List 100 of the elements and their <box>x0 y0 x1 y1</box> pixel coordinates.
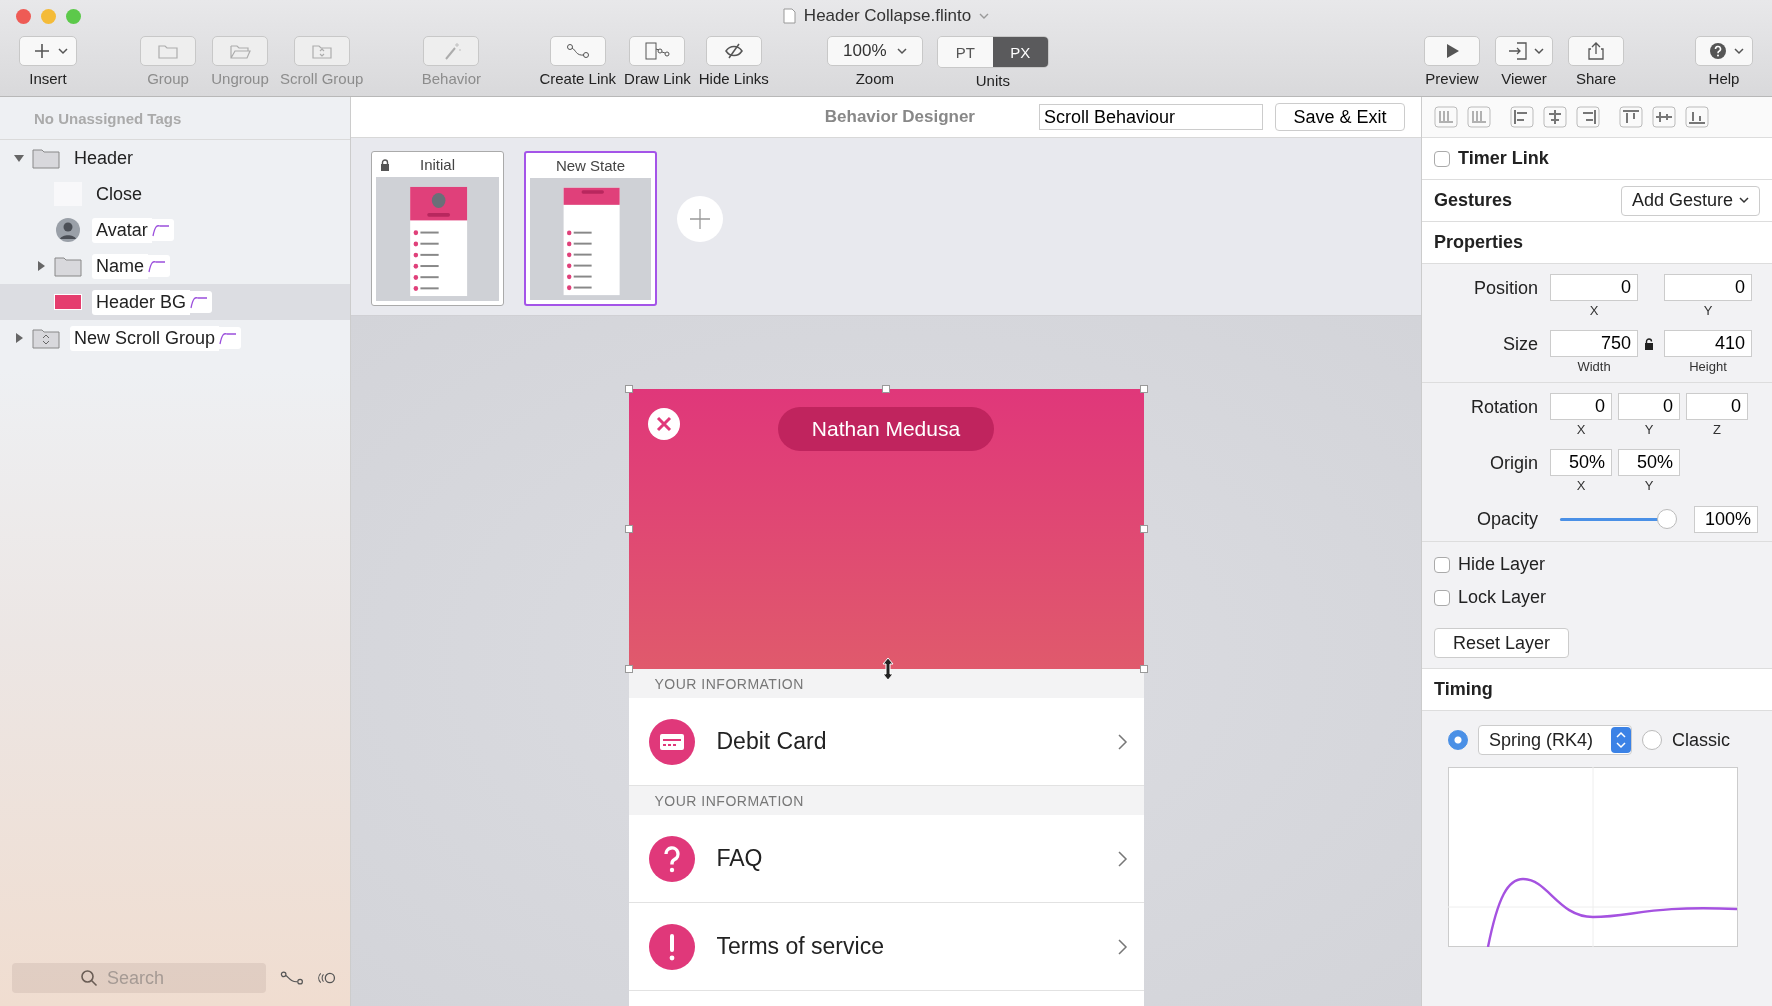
number-field[interactable]: 750 <box>1550 330 1638 357</box>
selection-handle[interactable] <box>624 665 633 673</box>
question-icon <box>648 835 695 882</box>
align-icon[interactable] <box>1685 106 1709 128</box>
toolbar-button[interactable] <box>1695 36 1753 66</box>
section-title: Properties <box>1434 232 1524 253</box>
layer-row[interactable]: Header BG <box>0 284 350 320</box>
align-icon[interactable] <box>1652 106 1676 128</box>
avatar-icon <box>54 218 82 242</box>
reset-layer-button[interactable]: Reset Layer <box>1434 628 1569 658</box>
toolbar-label: Preview <box>1425 70 1479 87</box>
caret-icon <box>1533 47 1544 55</box>
card-icon <box>648 718 695 765</box>
section-heading: YOUR INFORMATION <box>654 792 804 809</box>
align-icon[interactable] <box>1510 106 1534 128</box>
selection-handle[interactable] <box>882 385 890 393</box>
number-field[interactable]: 0 <box>1618 393 1680 420</box>
layer-name: Header BG <box>92 289 191 315</box>
zoom-window-icon[interactable] <box>66 9 81 24</box>
add-state-button[interactable] <box>677 196 723 242</box>
number-field[interactable]: 0 <box>1550 274 1638 301</box>
curve-dropdown[interactable]: Spring (RK4) <box>1478 725 1633 755</box>
selection-handle[interactable] <box>1139 385 1148 393</box>
lock-icon[interactable] <box>1644 338 1654 350</box>
align-icon[interactable] <box>1543 106 1567 128</box>
close-icon[interactable] <box>646 407 681 441</box>
property-label: Position <box>1472 277 1539 300</box>
field-caption: Width <box>1577 359 1611 374</box>
radio-button[interactable] <box>1448 730 1468 750</box>
opacity-field[interactable]: 100% <box>1694 505 1758 533</box>
disclosure-icon[interactable] <box>13 332 25 344</box>
list-row[interactable]: Terms of service <box>628 903 1144 991</box>
number-field[interactable]: 50% <box>1550 449 1612 476</box>
layer-row[interactable]: Header <box>0 140 350 176</box>
folder-icon <box>54 255 82 277</box>
layer-row[interactable]: Name <box>0 248 350 284</box>
checkbox[interactable] <box>1434 589 1450 606</box>
draw-link-icon <box>644 41 671 61</box>
disclosure-icon[interactable] <box>35 260 47 272</box>
units-segment[interactable]: PX <box>992 37 1048 67</box>
layer-row[interactable]: Avatar <box>0 212 350 248</box>
toolbar-label: Viewer <box>1501 70 1547 87</box>
units-segment[interactable]: PT <box>937 37 993 67</box>
curve-icon <box>148 255 170 277</box>
selection-handle[interactable] <box>624 525 633 533</box>
selection-handle[interactable] <box>1139 665 1148 673</box>
color-swatch <box>54 294 82 310</box>
number-field[interactable]: 0 <box>1686 393 1748 420</box>
section-title: Gestures <box>1434 190 1513 211</box>
number-field[interactable]: 50% <box>1618 449 1680 476</box>
align-icon[interactable] <box>1434 106 1458 128</box>
disclosure-icon[interactable] <box>13 152 25 164</box>
add-gesture-dropdown[interactable]: Add Gesture <box>1620 185 1760 216</box>
designer-title: Behavior Designer <box>824 107 975 127</box>
toolbar-button[interactable] <box>19 36 77 66</box>
toolbar-label: Create Link <box>539 70 617 87</box>
layer-name: Close <box>95 182 144 206</box>
gesture-icon[interactable] <box>317 970 336 986</box>
link-icon[interactable] <box>280 969 304 987</box>
row-label: Debit Card <box>716 728 828 755</box>
toolbar-button[interactable] <box>1568 36 1624 66</box>
stepper-icon <box>1611 727 1632 753</box>
list-row[interactable]: FAQ <box>628 815 1144 903</box>
layer-row[interactable]: Close <box>0 176 350 212</box>
align-icon[interactable] <box>1619 106 1643 128</box>
state-card[interactable]: Initial <box>371 151 504 306</box>
caret-icon[interactable] <box>979 12 990 20</box>
close-window-icon[interactable] <box>16 9 31 24</box>
radio-button[interactable] <box>1642 730 1663 750</box>
toolbar-button[interactable] <box>1424 36 1480 66</box>
zoom-dropdown[interactable]: 100% <box>826 36 923 66</box>
selection-handle[interactable] <box>1139 525 1148 533</box>
caret-icon <box>896 47 907 55</box>
align-icon[interactable] <box>1467 106 1491 128</box>
row-label: Terms of service <box>716 933 885 960</box>
checkbox-label: Timer Link <box>1458 148 1549 169</box>
toolbar-label: Insert <box>29 70 67 87</box>
state-card[interactable]: New State <box>524 151 657 306</box>
toolbar-button[interactable] <box>1495 36 1553 66</box>
field-caption: Y <box>1644 422 1654 437</box>
number-field[interactable]: 0 <box>1550 393 1612 420</box>
behavior-name-field[interactable]: Scroll Behaviour <box>1039 104 1263 130</box>
checkbox[interactable] <box>1434 556 1450 573</box>
layer-name: Header <box>73 146 135 170</box>
align-icon[interactable] <box>1576 106 1600 128</box>
number-field[interactable]: 0 <box>1664 274 1752 301</box>
field-caption: Z <box>1713 422 1721 437</box>
layer-row[interactable]: New Scroll Group <box>0 320 350 356</box>
toolbar-label: Share <box>1576 70 1616 87</box>
chevron-right-icon <box>1117 850 1128 867</box>
number-field[interactable]: 410 <box>1664 330 1752 357</box>
checkbox[interactable] <box>1434 150 1450 167</box>
save-exit-button[interactable]: Save & Exit <box>1275 103 1405 131</box>
toolbar-label: Units <box>975 72 1010 89</box>
slider-thumb[interactable] <box>1656 509 1677 529</box>
toolbar-button[interactable] <box>705 36 762 66</box>
selection-handle[interactable] <box>624 385 633 393</box>
toolbar-label: Draw Link <box>624 70 691 87</box>
field-caption: X <box>1589 303 1599 318</box>
caret-icon <box>57 47 68 55</box>
